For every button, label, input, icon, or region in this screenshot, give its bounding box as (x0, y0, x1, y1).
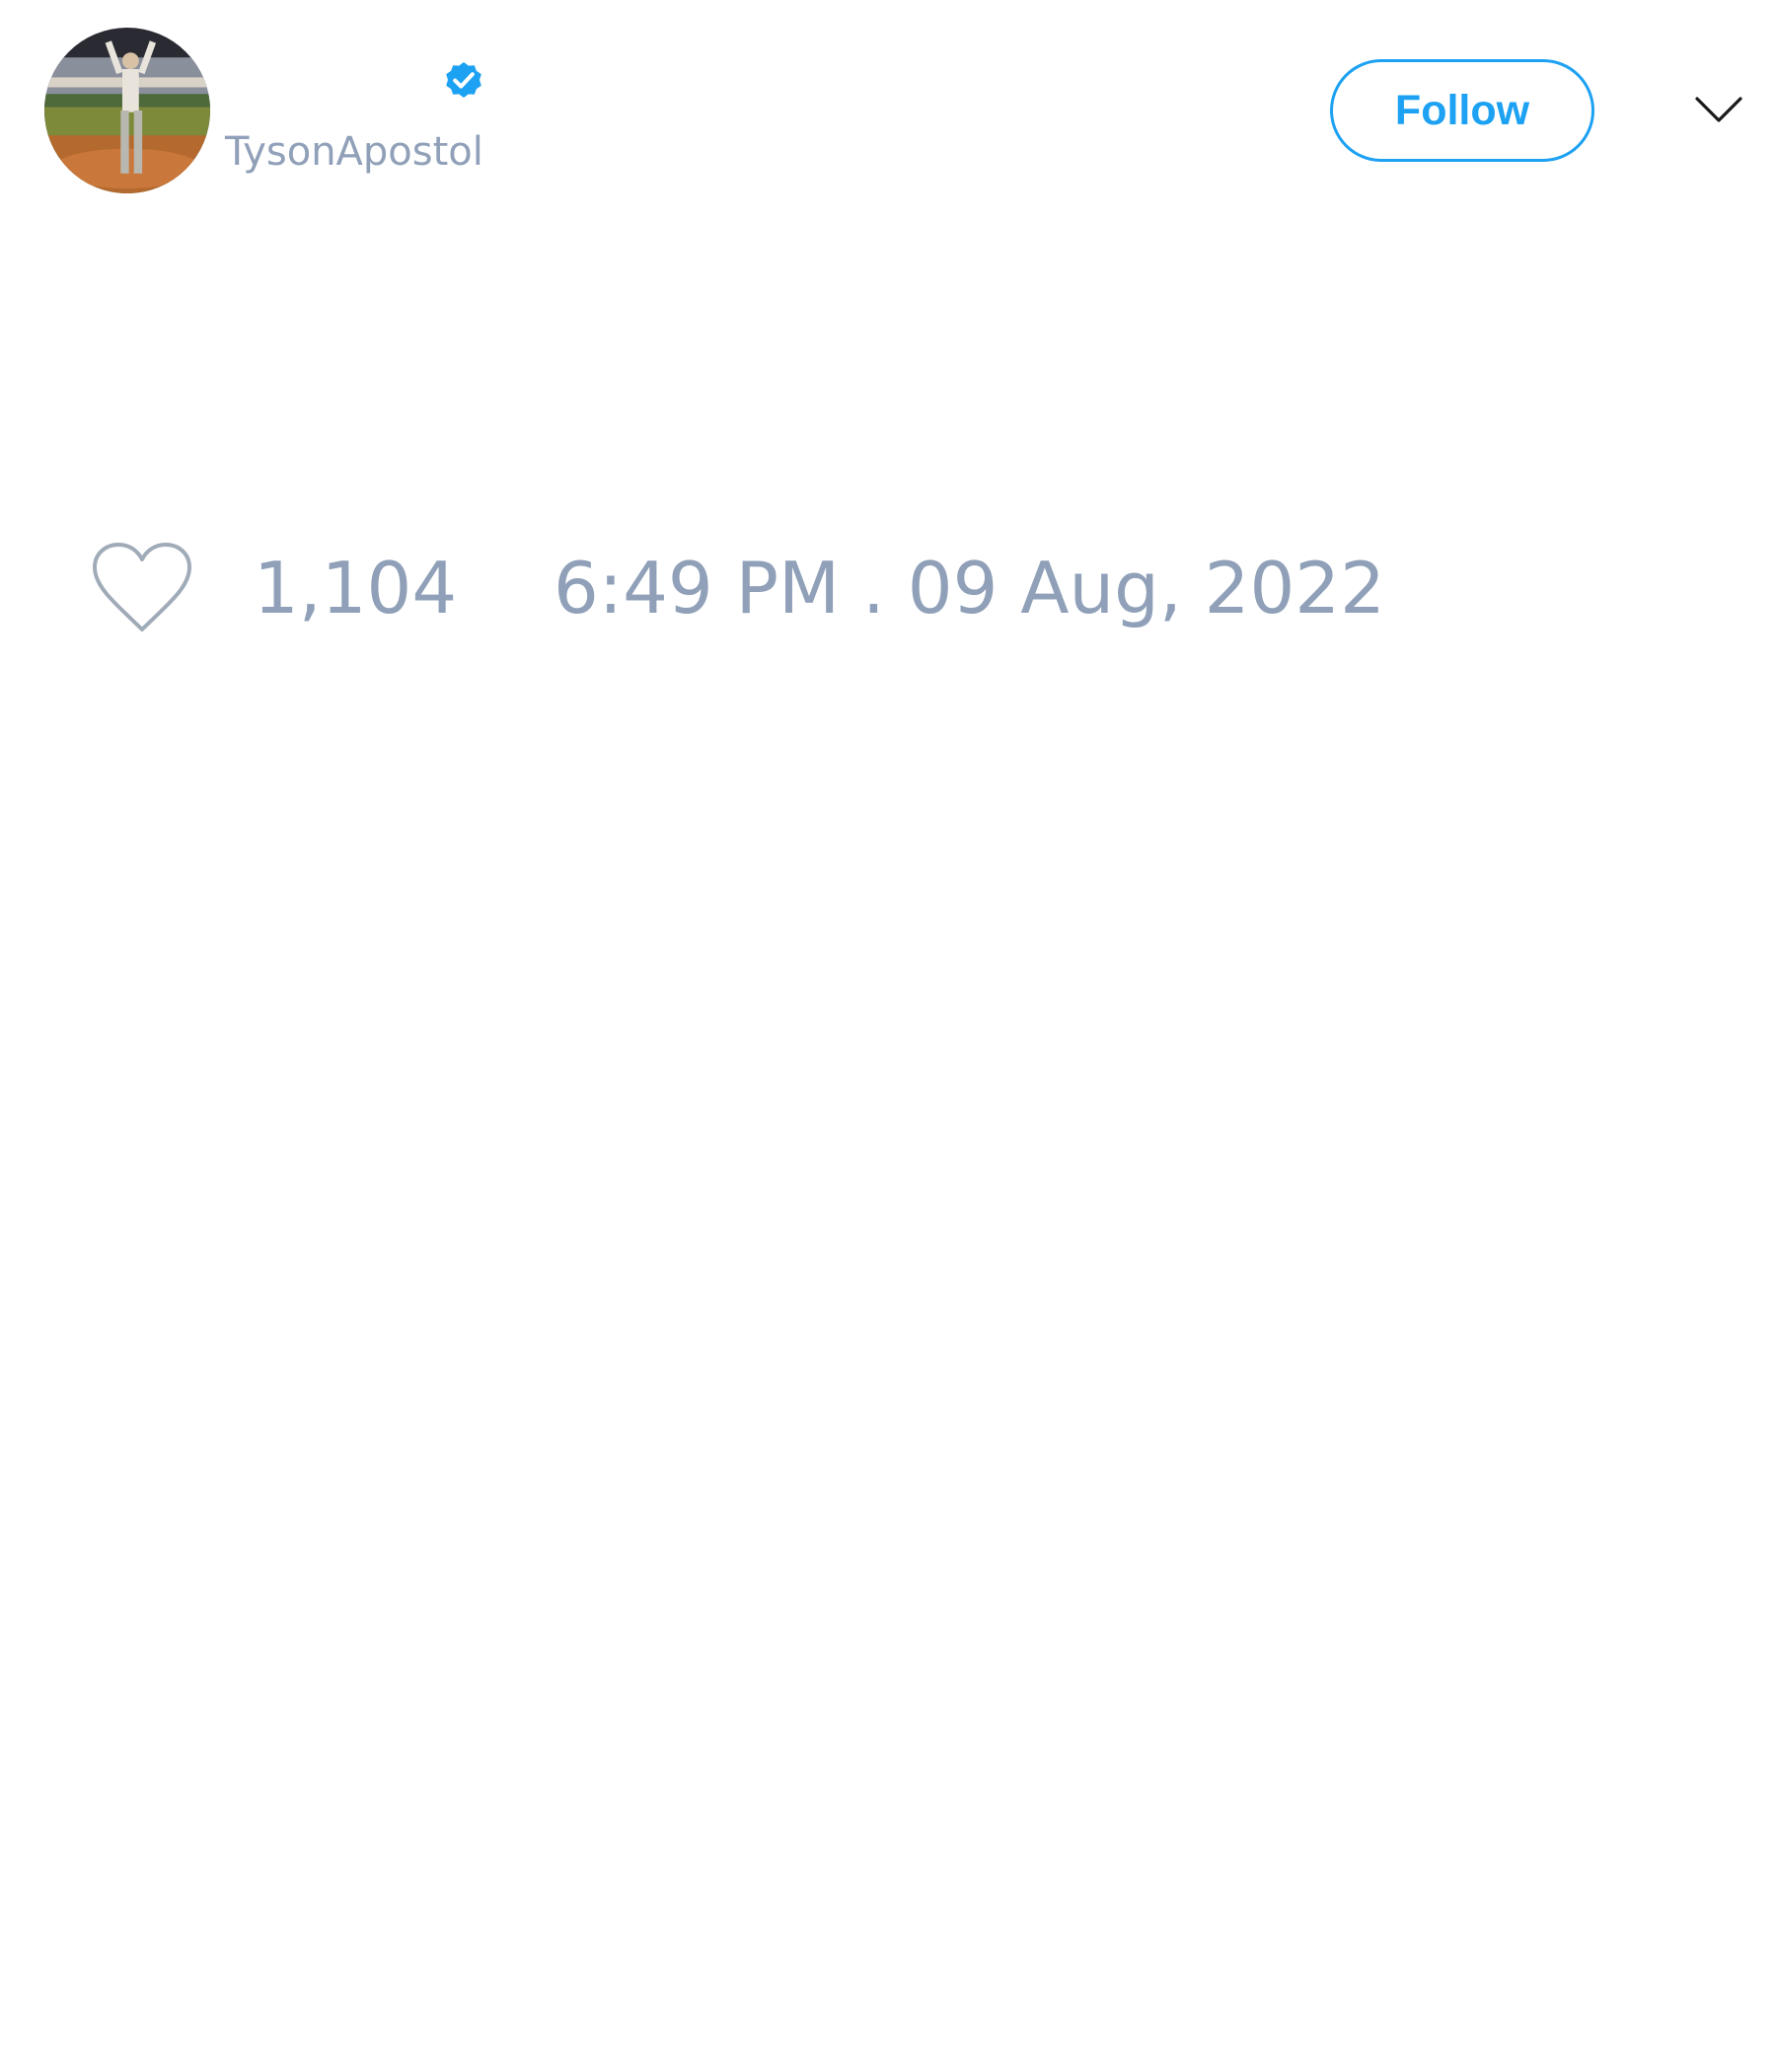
follow-button[interactable]: Follow (1330, 59, 1594, 162)
heart-icon[interactable] (89, 541, 195, 635)
verified-icon (440, 56, 487, 104)
avatar[interactable] (44, 28, 210, 193)
chevron-down-icon[interactable] (1693, 91, 1744, 128)
tweet-timestamp[interactable]: 6:49 PM . 09 Aug, 2022 (554, 549, 1385, 628)
tweet-card: TysonApostol Follow 1,104 6:49 PM . 09 A… (0, 0, 1776, 2072)
avatar-image (44, 28, 210, 193)
like-count: 1,104 (254, 547, 458, 629)
author-handle[interactable]: TysonApostol (225, 128, 483, 176)
